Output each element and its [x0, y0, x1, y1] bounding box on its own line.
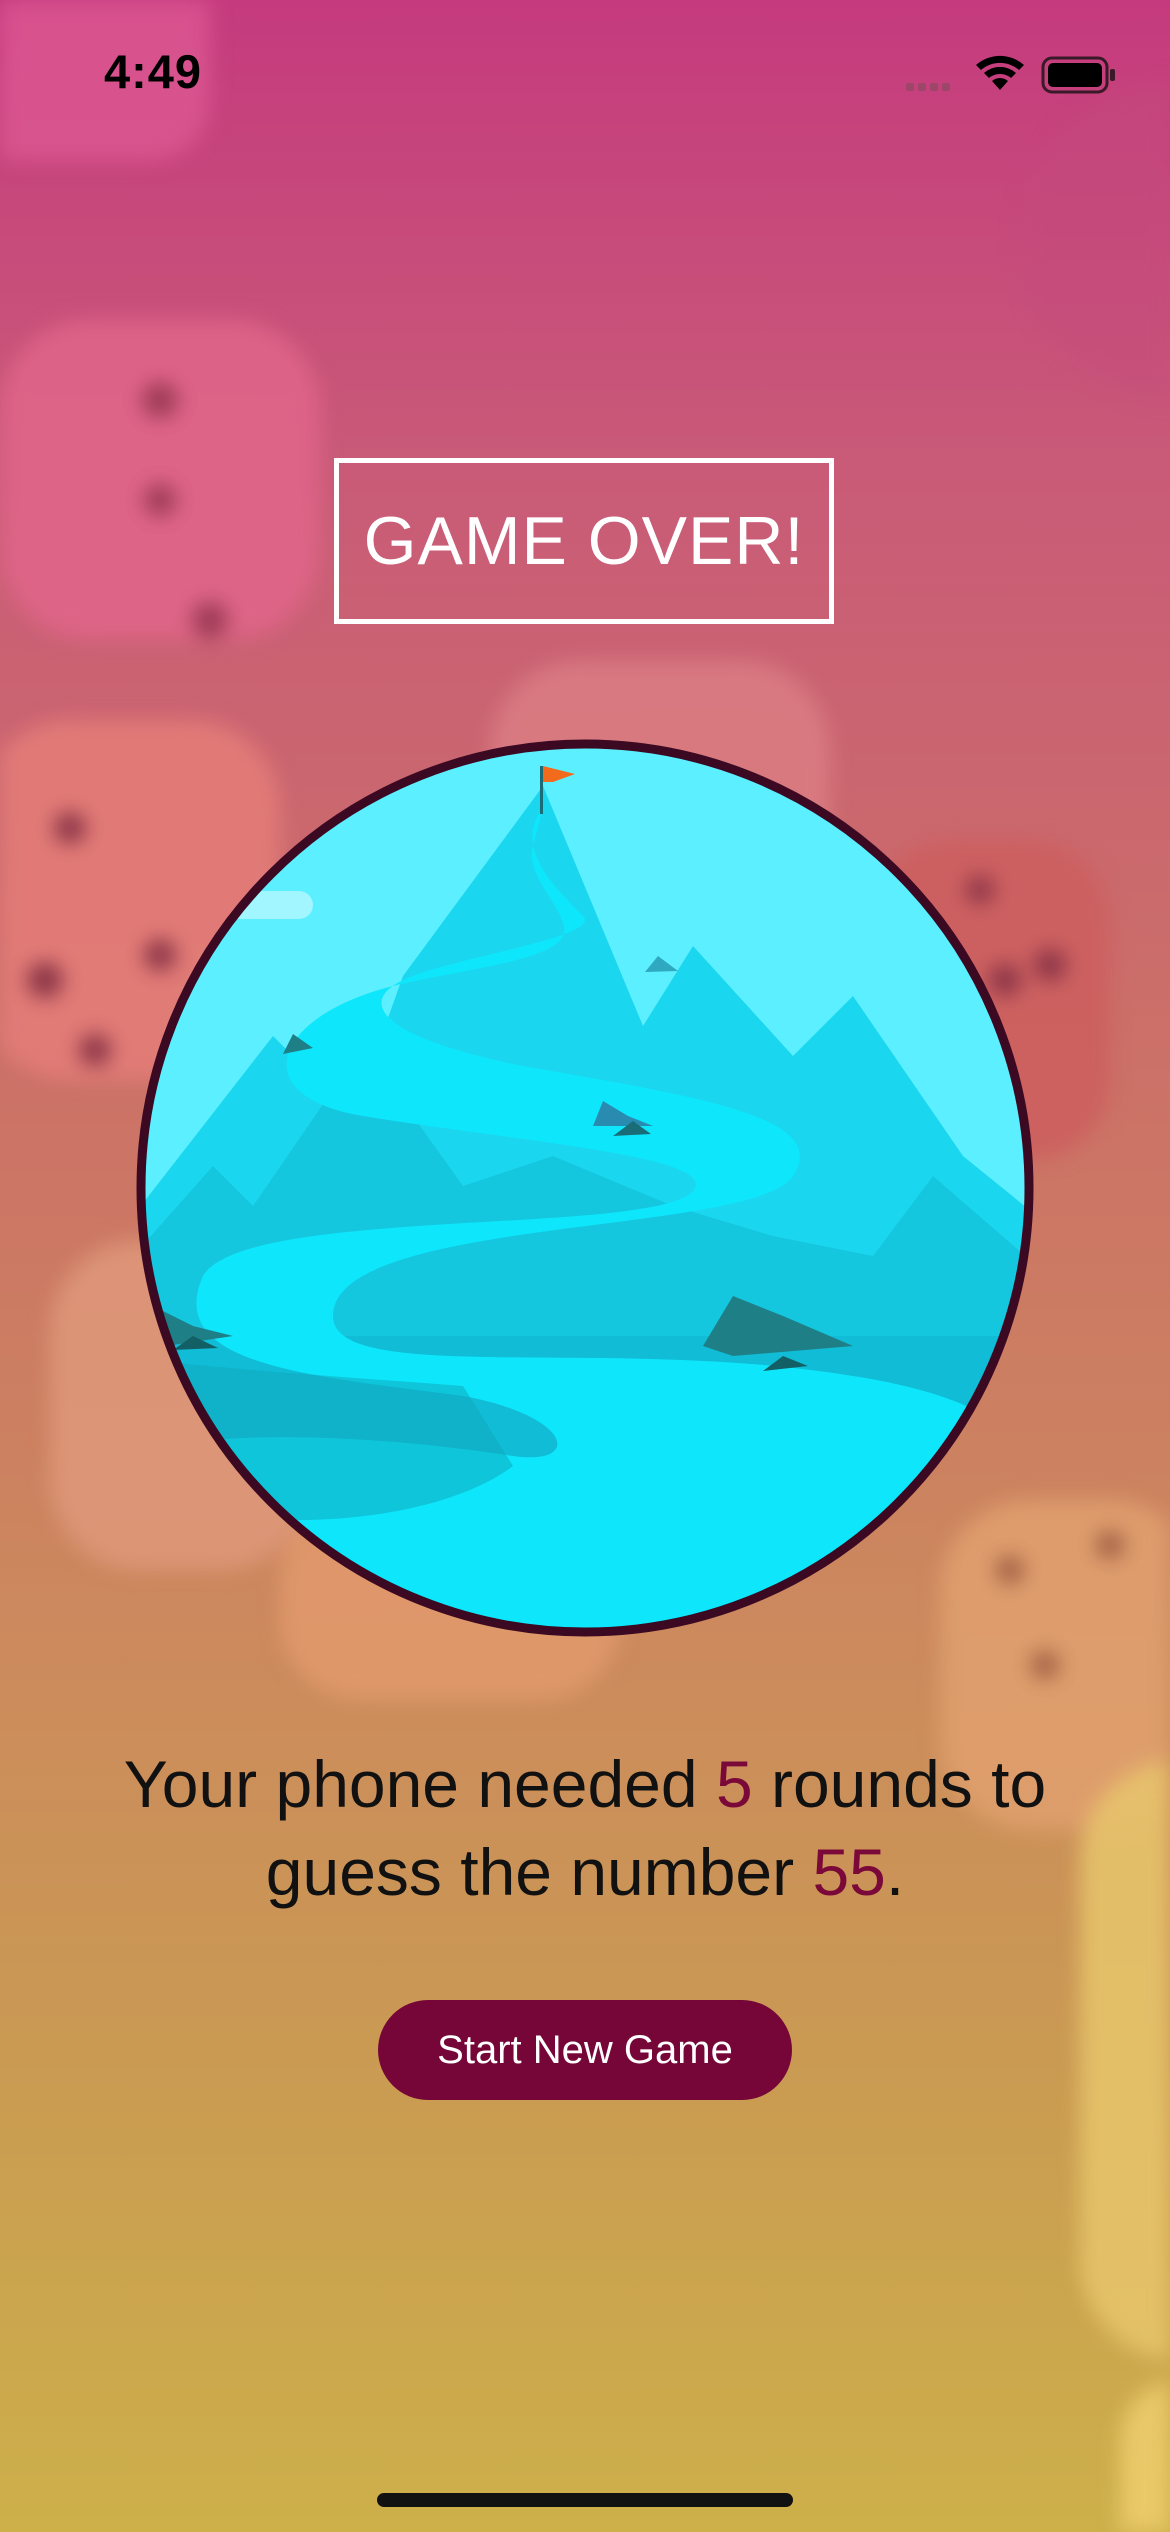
- message-part-1: Your phone needed: [123, 1747, 716, 1821]
- home-indicator[interactable]: [377, 2493, 793, 2507]
- cellular-signal-icon: [906, 83, 950, 91]
- message-part-3: .: [885, 1835, 905, 1909]
- battery-icon: [1041, 56, 1115, 94]
- status-time: 4:49: [104, 45, 203, 98]
- status-bar: 4:49: [0, 0, 1170, 150]
- wifi-icon: [976, 55, 1024, 90]
- mountain-success-image: [136, 739, 1034, 1637]
- game-over-title-box: GAME OVER!: [334, 458, 834, 624]
- start-new-game-button[interactable]: Start New Game: [378, 2000, 792, 2100]
- game-over-title: GAME OVER!: [363, 503, 805, 579]
- rounds-count: 5: [715, 1747, 753, 1821]
- status-icons: [906, 55, 1115, 94]
- result-message: Your phone needed 5 rounds to guess the …: [60, 1740, 1110, 1916]
- target-number: 55: [812, 1835, 886, 1909]
